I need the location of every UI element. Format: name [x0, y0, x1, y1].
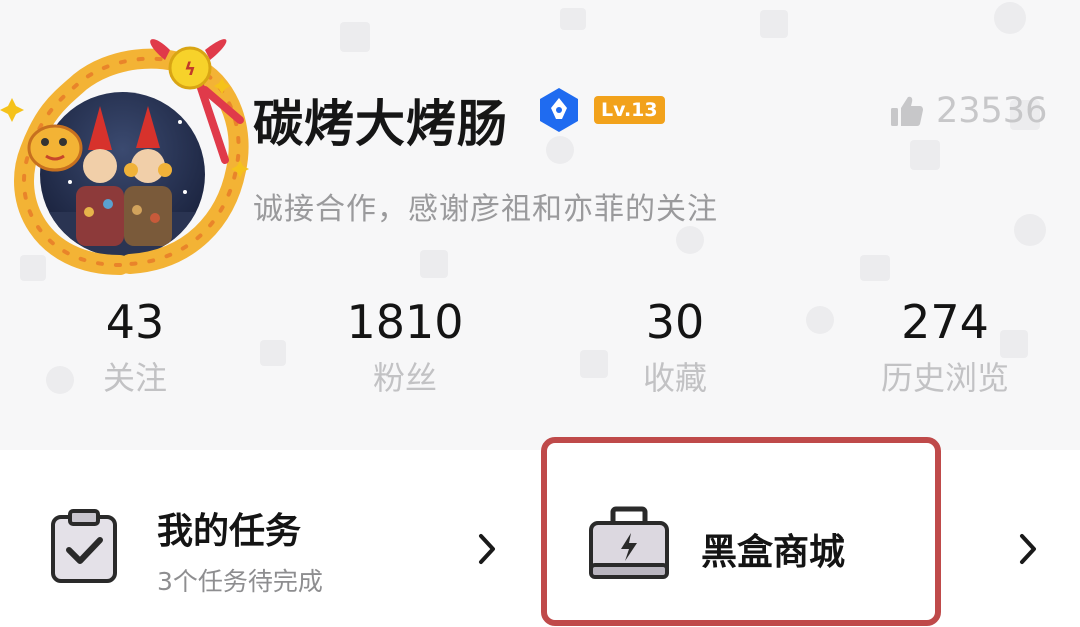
stat-label: 收藏 [642, 359, 707, 397]
verified-badge-icon[interactable] [536, 87, 582, 133]
stat-value: 43 [105, 295, 165, 349]
thumbs-up-icon [891, 96, 923, 126]
stat-followers[interactable]: 1810 粉丝 [305, 294, 505, 400]
shop-entry[interactable]: 黑盒商城 [541, 437, 941, 626]
stat-value: 30 [645, 295, 705, 349]
stat-label: 粉丝 [372, 359, 437, 397]
my-tasks-entry[interactable]: 我的任务 3个任务待完成 [0, 450, 540, 627]
my-tasks-title: 我的任务 [157, 511, 302, 552]
clipboard-check-icon [51, 509, 117, 583]
likes-counter[interactable]: 23536 [890, 90, 1047, 132]
username: 碳烤大烤肠 [253, 95, 508, 153]
stat-favorites[interactable]: 30 收藏 [575, 294, 775, 400]
profile-header: ϟ 碳烤大烤肠 Lv.13 23536 诚接合作，感谢彦祖和亦菲的关注 43 关… [0, 0, 1080, 440]
my-tasks-subtitle: 3个任务待完成 [157, 567, 323, 596]
shop-title: 黑盒商城 [701, 532, 846, 573]
snake-avatar-frame-icon: ϟ [0, 39, 249, 275]
user-bio: 诚接合作，感谢彦祖和亦菲的关注 [253, 192, 718, 227]
avatar[interactable]: ϟ [0, 30, 260, 280]
level-badge: Lv.13 [594, 96, 665, 124]
svg-text:ϟ: ϟ [184, 59, 196, 80]
chevron-right-icon [479, 534, 495, 564]
chevron-right-icon[interactable] [1017, 532, 1039, 566]
stat-label: 关注 [102, 359, 167, 397]
stat-history[interactable]: 274 历史浏览 [845, 294, 1045, 400]
quick-entries: 我的任务 3个任务待完成 黑盒商城 [0, 437, 1080, 627]
stat-value: 274 [901, 295, 989, 349]
likes-count: 23536 [936, 91, 1048, 131]
stat-value: 1810 [346, 295, 464, 349]
toolbox-icon [589, 506, 669, 579]
stat-label: 历史浏览 [880, 359, 1009, 397]
stat-following[interactable]: 43 关注 [35, 294, 235, 400]
